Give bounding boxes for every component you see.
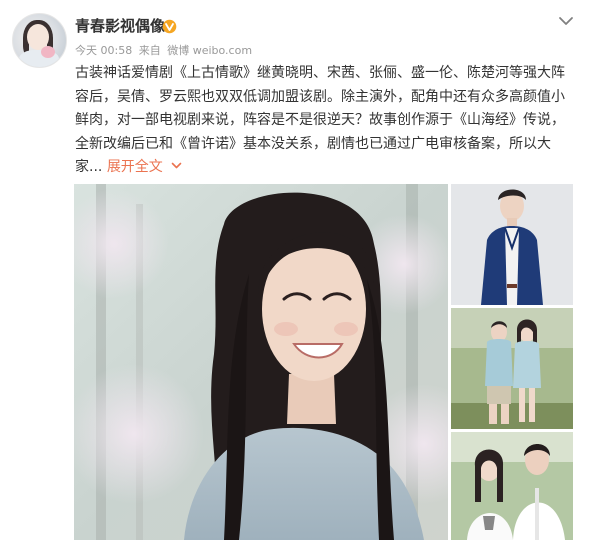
author-name[interactable]: 青春影视偶像 (75, 16, 165, 36)
post-meta: 今天 00:58 来自 微博 weibo.com (75, 43, 255, 59)
v-badge-icon (162, 19, 177, 34)
post-timestamp[interactable]: 今天 00:58 (75, 44, 132, 57)
content-line: 鲜肉，对一部电视剧来说，阵容是不是很逆天？故事创作源于《山海经》传说， (75, 112, 565, 128)
avatar[interactable] (12, 13, 67, 68)
chevron-down-icon[interactable] (171, 162, 182, 170)
post-image-thumb-2[interactable] (451, 308, 573, 429)
content-last-line: 家... 展开全文 (75, 156, 575, 180)
expand-full-text-link[interactable]: 展开全文 (107, 159, 182, 175)
content-line: 容后，吴倩、罗云熙也双双低调加盟该剧。除主演外，配角中还有众多高颜值小 (75, 88, 565, 105)
post-image-thumb-3[interactable] (451, 432, 573, 540)
post-source[interactable]: 微博 weibo.com (167, 44, 252, 57)
post-content: 古装神话爱情剧《上古情歌》继黄晓明、宋茜、张俪、盛一伦、陈楚河等强大阵 容后，吴… (75, 62, 575, 180)
post-image-thumb-1[interactable] (451, 184, 573, 305)
expand-label[interactable]: 展开全文 (107, 159, 163, 175)
avatar-accent (41, 46, 55, 58)
weibo-post: 青春影视偶像 今天 00:58 来自 微博 weibo.com 古装神话爱情剧《… (0, 0, 589, 540)
content-line: 家... (75, 159, 103, 175)
more-options-chevron-down-icon[interactable] (557, 14, 575, 28)
post-image-main[interactable] (74, 184, 448, 540)
content-line: 古装神话爱情剧《上古情歌》继黄晓明、宋茜、张俪、盛一伦、陈楚河等强大阵 (75, 65, 565, 81)
source-prefix: 来自 (138, 44, 161, 57)
content-line: 全新改编后已和《曾许诺》基本没关系，剧情也已通过广电审核备案，所以大 (75, 135, 551, 152)
